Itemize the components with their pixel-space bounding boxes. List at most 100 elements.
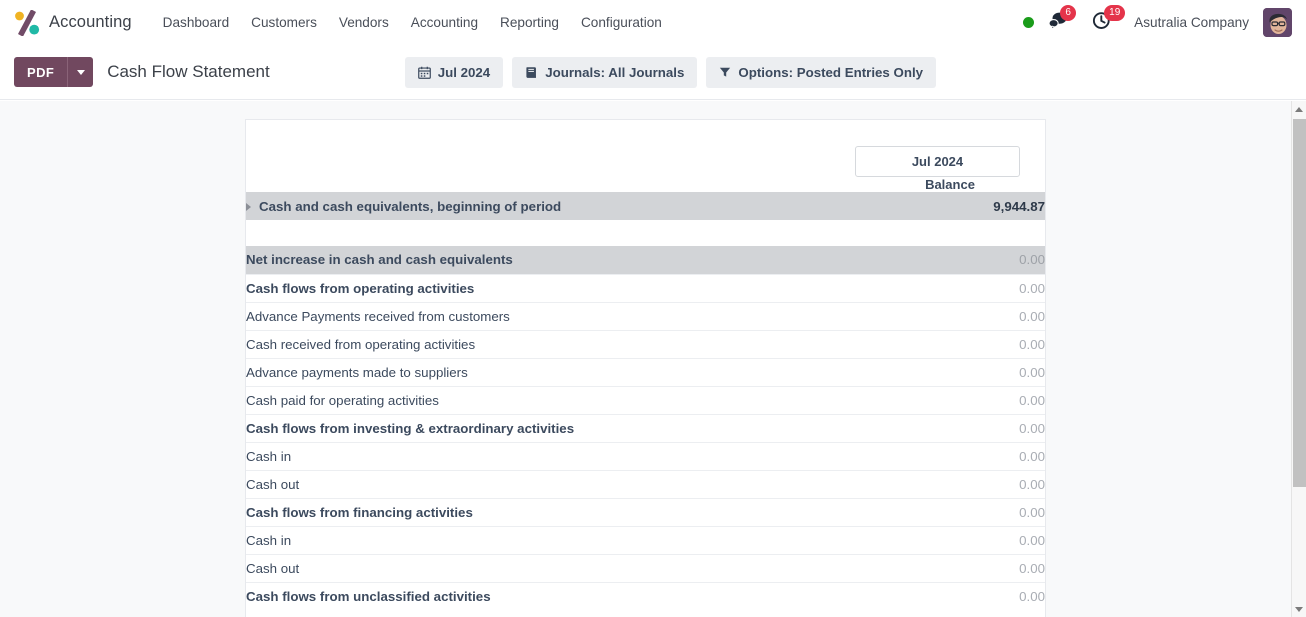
row-value: 0.00 <box>1019 476 1045 492</box>
row-value-cell: 0.00 <box>855 553 1045 582</box>
vertical-scrollbar[interactable] <box>1291 101 1306 617</box>
balance-column-header: Balance <box>925 177 975 192</box>
journals-filter-button[interactable]: Journals: All Journals <box>512 56 698 88</box>
report-card: Jul 2024 Balance Cash and cash equivalen… <box>245 119 1046 617</box>
period-column-header[interactable]: Jul 2024 <box>855 146 1020 177</box>
online-status-dot <box>1023 17 1035 28</box>
user-avatar[interactable] <box>1263 8 1292 37</box>
row-label: Cash paid for operating activities <box>246 392 439 408</box>
table-row[interactable]: Cash flows from investing & extraordinar… <box>246 413 1045 442</box>
row-label-cell: Cash and cash equivalents, beginning of … <box>246 192 855 220</box>
row-value-cell: 0.00 <box>855 273 1045 302</box>
row-value-cell: 0.00 <box>855 329 1045 358</box>
row-label: Cash out <box>246 476 300 492</box>
row-value-cell: 0.00 <box>855 497 1045 526</box>
row-value-cell: 0.00 <box>855 441 1045 470</box>
row-value-cell: 0.00 <box>855 385 1045 414</box>
table-row[interactable]: Cash out 0.00 <box>246 553 1045 582</box>
row-value-cell: 0.00 <box>855 246 1045 274</box>
messages-badge-count: 6 <box>1060 4 1077 21</box>
table-row[interactable]: Cash in 0.00 <box>246 441 1045 470</box>
main-menu: Dashboard Customers Vendors Accounting R… <box>152 9 673 36</box>
table-row[interactable]: Cash paid for operating activities 0.00 <box>246 385 1045 414</box>
app-brand[interactable]: Accounting <box>14 9 132 36</box>
page-title: Cash Flow Statement <box>107 62 270 81</box>
top-navbar: Accounting Dashboard Customers Vendors A… <box>0 0 1306 45</box>
journals-filter-label: Journals: All Journals <box>545 64 685 80</box>
row-label: Cash flows from financing activities <box>246 504 473 520</box>
table-row[interactable]: Cash out 0.00 <box>246 469 1045 498</box>
brand-name: Accounting <box>49 13 132 31</box>
filter-icon <box>719 66 731 78</box>
activities-button[interactable]: 19 <box>1092 4 1126 35</box>
row-label-cell: Cash in <box>246 441 855 470</box>
row-value-cell: 0.00 <box>855 413 1045 442</box>
scrollbar-thumb[interactable] <box>1293 119 1306 487</box>
menu-item-vendors[interactable]: Vendors <box>328 9 400 36</box>
chevron-down-icon <box>76 69 85 75</box>
report-table-body: Cash and cash equivalents, beginning of … <box>246 192 1045 610</box>
scroll-up-button[interactable] <box>1292 101 1306 117</box>
table-row[interactable]: Net increase in cash and cash equivalent… <box>246 246 1045 274</box>
calendar-icon <box>417 66 431 79</box>
row-label-cell: Cash flows from financing activities <box>246 497 855 526</box>
row-value: 9,944.87 <box>993 198 1045 214</box>
pdf-export-button[interactable]: PDF <box>14 57 68 87</box>
odoo-logo-icon <box>14 9 40 36</box>
row-label-cell: Cash paid for operating activities <box>246 385 855 414</box>
row-label: Cash flows from investing & extraordinar… <box>246 420 575 436</box>
row-spacer <box>246 220 1045 246</box>
row-value: 0.00 <box>1019 588 1045 604</box>
report-filters: Jul 2024 Journals: All Journals Options:… <box>404 56 937 88</box>
row-value: 0.00 <box>1019 448 1045 464</box>
row-value-cell: 0.00 <box>855 469 1045 498</box>
row-label-cell: Cash flows from operating activities <box>246 273 855 302</box>
row-value: 0.00 <box>1019 420 1045 436</box>
row-label-cell: Cash received from operating activities <box>246 329 855 358</box>
messages-button[interactable]: 6 <box>1048 4 1078 35</box>
table-row[interactable]: Cash flows from unclassified activities 0… <box>246 581 1045 610</box>
menu-item-accounting[interactable]: Accounting <box>400 9 489 36</box>
row-label-cell: Advance Payments received from customers <box>246 301 855 330</box>
row-label: Cash flows from unclassified activities <box>246 588 491 604</box>
row-label: Cash received from operating activities <box>246 336 476 352</box>
row-value: 0.00 <box>1019 504 1045 520</box>
table-row[interactable]: Advance Payments received from customers… <box>246 301 1045 330</box>
menu-item-customers[interactable]: Customers <box>240 9 328 36</box>
activities-badge-count: 19 <box>1104 4 1126 21</box>
options-filter-button[interactable]: Options: Posted Entries Only <box>706 56 937 88</box>
book-icon <box>525 66 538 79</box>
row-label: Advance Payments received from customers <box>246 308 510 324</box>
table-row[interactable]: Cash flows from financing activities 0.00 <box>246 497 1045 526</box>
menu-item-configuration[interactable]: Configuration <box>570 9 673 36</box>
cash-flow-report-table: Jul 2024 Balance Cash and cash equivalen… <box>246 132 1045 610</box>
date-filter-button[interactable]: Jul 2024 <box>404 56 504 88</box>
row-value: 0.00 <box>1019 280 1045 296</box>
menu-item-dashboard[interactable]: Dashboard <box>152 9 241 36</box>
report-content-area: Jul 2024 Balance Cash and cash equivalen… <box>0 101 1291 617</box>
table-row[interactable]: Advance payments made to suppliers 0.00 <box>246 357 1045 386</box>
menu-item-reporting[interactable]: Reporting <box>489 9 570 36</box>
row-label: Net increase in cash and cash equivalent… <box>246 252 513 268</box>
table-row[interactable]: Cash in 0.00 <box>246 525 1045 554</box>
table-row[interactable]: Cash received from operating activities 0… <box>246 329 1045 358</box>
control-panel: PDF Cash Flow Statement Jul 2024 Journal… <box>0 45 1306 100</box>
row-label-cell: Cash out <box>246 469 855 498</box>
row-label: Cash and cash equivalents, beginning of … <box>259 198 562 214</box>
pdf-export-group: PDF <box>14 57 94 87</box>
scroll-down-button[interactable] <box>1292 601 1306 617</box>
company-switcher[interactable]: Asutralia Company <box>1134 15 1249 30</box>
row-label-cell: Cash in <box>246 525 855 554</box>
expand-caret-icon[interactable] <box>246 202 251 211</box>
row-value-cell: 9,944.87 <box>855 192 1045 220</box>
caret-down-icon <box>1295 606 1303 612</box>
table-row[interactable]: Cash flows from operating activities 0.00 <box>246 273 1045 302</box>
options-filter-label: Options: Posted Entries Only <box>738 64 924 80</box>
pdf-export-dropdown-button[interactable] <box>67 57 94 87</box>
table-row[interactable]: Cash and cash equivalents, beginning of … <box>246 192 1045 220</box>
row-value: 0.00 <box>1019 532 1045 548</box>
row-value-cell: 0.00 <box>855 525 1045 554</box>
row-value: 0.00 <box>1019 364 1045 380</box>
row-label-cell: Advance payments made to suppliers <box>246 357 855 386</box>
date-filter-label: Jul 2024 <box>437 64 491 80</box>
